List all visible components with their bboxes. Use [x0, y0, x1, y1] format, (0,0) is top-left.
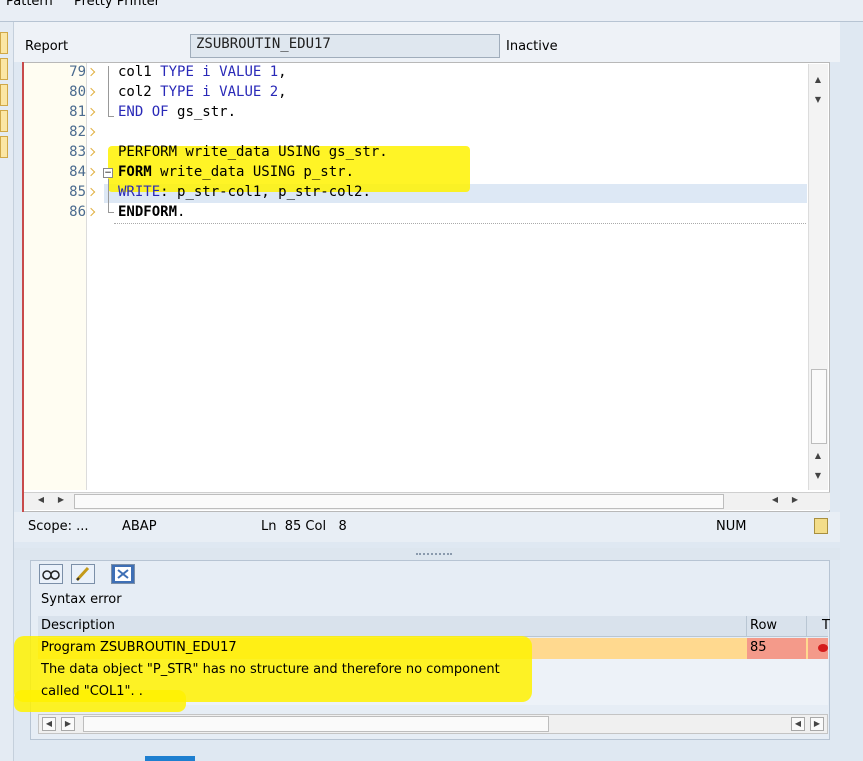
error-program-text: Program ZSUBROUTIN_EDU17: [41, 640, 237, 655]
col-description[interactable]: Description: [41, 618, 115, 633]
scroll-left-icon[interactable]: ◀: [34, 494, 48, 508]
line-number: 83: [69, 144, 86, 160]
code-token: END OF: [118, 104, 178, 120]
pane-splitter[interactable]: [14, 548, 840, 560]
edit-pencil-icon[interactable]: [71, 564, 95, 584]
splitter-grip[interactable]: [416, 553, 452, 555]
notepad-icon[interactable]: [814, 518, 828, 534]
code-line[interactable]: ENDFORM.: [118, 204, 185, 220]
scroll-right-icon[interactable]: ▶: [810, 717, 824, 731]
scroll-right-icon[interactable]: ▶: [61, 717, 75, 731]
code-line[interactable]: col1 TYPE i VALUE 1,: [118, 64, 287, 80]
error-message-line2: called "COL1". .: [41, 684, 143, 699]
code-token: FORM: [118, 164, 152, 180]
code-token: col2: [118, 84, 161, 100]
code-token: PERFORM write_data USING gs_str.: [118, 144, 388, 160]
fold-line-end: [108, 212, 114, 213]
nav-tab[interactable]: [0, 32, 8, 54]
line-number: 84: [69, 164, 86, 180]
code-token: gs_str.: [177, 104, 237, 120]
code-editor[interactable]: [22, 62, 830, 512]
code-token: .: [177, 204, 186, 220]
left-panel-strip: [0, 22, 14, 761]
language-indicator: ABAP: [122, 519, 157, 534]
scroll-right-icon[interactable]: ▶: [788, 494, 802, 508]
scroll-up-icon[interactable]: ▲: [811, 450, 825, 464]
menu-bar: Pattern Pretty Printer: [0, 0, 863, 22]
code-line[interactable]: col2 TYPE i VALUE 2,: [118, 84, 287, 100]
code-line[interactable]: WRITE: p_str-col1, p_str-col2.: [118, 184, 371, 200]
error-table-header: Description Row T: [38, 616, 830, 637]
block-separator: [114, 223, 806, 224]
cursor-position: Ln 85 Col 8: [261, 519, 347, 534]
program-status: Inactive: [506, 39, 558, 54]
program-type-label: Report: [25, 39, 69, 54]
hscroll-thumb[interactable]: [74, 494, 724, 509]
num-lock-indicator: NUM: [716, 519, 747, 534]
line-number: 80: [69, 84, 86, 100]
scroll-down-icon[interactable]: ▼: [811, 470, 825, 484]
editor-left-border: [22, 62, 24, 512]
error-message-line1: The data object "P_STR" has no structure…: [41, 662, 500, 677]
fold-line: [108, 179, 109, 213]
code-token: 1: [269, 64, 279, 80]
fold-line-end: [108, 116, 114, 117]
code-token: TYPE i VALUE: [160, 84, 270, 100]
line-number: 85: [69, 184, 86, 200]
line-number: 81: [69, 104, 86, 120]
editor-vertical-scrollbar[interactable]: ▲ ▼ ▲ ▼: [808, 64, 828, 490]
editor-status-bar: Scope: ... ABAP Ln 85 Col 8 NUM: [14, 512, 840, 542]
code-token: col1: [118, 64, 161, 80]
nav-tab[interactable]: [0, 136, 8, 158]
nav-tab[interactable]: [0, 58, 8, 80]
code-token: ,: [278, 64, 287, 80]
nav-tab[interactable]: [0, 84, 8, 106]
line-number: 79: [69, 64, 86, 80]
nav-tab[interactable]: [0, 110, 8, 132]
menu-item-pretty-printer[interactable]: Pretty Printer: [74, 0, 160, 9]
code-token: ,: [278, 84, 287, 100]
code-token: TYPE i VALUE: [160, 64, 270, 80]
scroll-left-icon[interactable]: ◀: [791, 717, 805, 731]
scroll-right-icon[interactable]: ▶: [54, 494, 68, 508]
code-token: : p_str-col1, p_str-col2.: [160, 184, 371, 200]
scroll-left-icon[interactable]: ◀: [768, 494, 782, 508]
error-horizontal-scrollbar[interactable]: ◀ ▶ ◀ ▶: [38, 714, 828, 734]
display-detail-icon[interactable]: [39, 564, 63, 584]
menu-item-pattern[interactable]: Pattern: [6, 0, 53, 9]
code-token: ENDFORM: [118, 204, 178, 220]
bottom-accent-bar: [145, 756, 195, 761]
fold-toggle-icon[interactable]: −: [103, 168, 113, 178]
scroll-thumb[interactable]: [811, 369, 827, 444]
scroll-up-icon[interactable]: ▲: [811, 74, 825, 88]
scroll-down-icon[interactable]: ▼: [811, 94, 825, 108]
program-name-field[interactable]: ZSUBROUTIN_EDU17: [190, 34, 500, 58]
line-number: 86: [69, 204, 86, 220]
scope-indicator: Scope: ...: [28, 519, 89, 534]
panel-title: Syntax error: [41, 592, 122, 607]
hscroll-thumb[interactable]: [83, 716, 549, 732]
code-line[interactable]: FORM write_data USING p_str.: [118, 164, 354, 180]
code-line[interactable]: END OF gs_str.: [118, 104, 236, 120]
fold-line: [108, 66, 109, 116]
code-token: WRITE: [118, 184, 161, 200]
code-line[interactable]: PERFORM write_data USING gs_str.: [118, 144, 388, 160]
editor-horizontal-scrollbar[interactable]: ◀ ▶ ◀ ▶: [24, 492, 830, 510]
line-number: 82: [69, 124, 86, 140]
code-token: write_data USING p_str.: [151, 164, 355, 180]
col-row[interactable]: Row: [750, 618, 777, 633]
code-token: 2: [269, 84, 279, 100]
error-status-icon: [818, 644, 828, 652]
col-type[interactable]: T: [822, 618, 830, 633]
close-icon[interactable]: [111, 564, 135, 584]
error-row-number: 85: [750, 640, 767, 655]
scroll-left-icon[interactable]: ◀: [42, 717, 56, 731]
